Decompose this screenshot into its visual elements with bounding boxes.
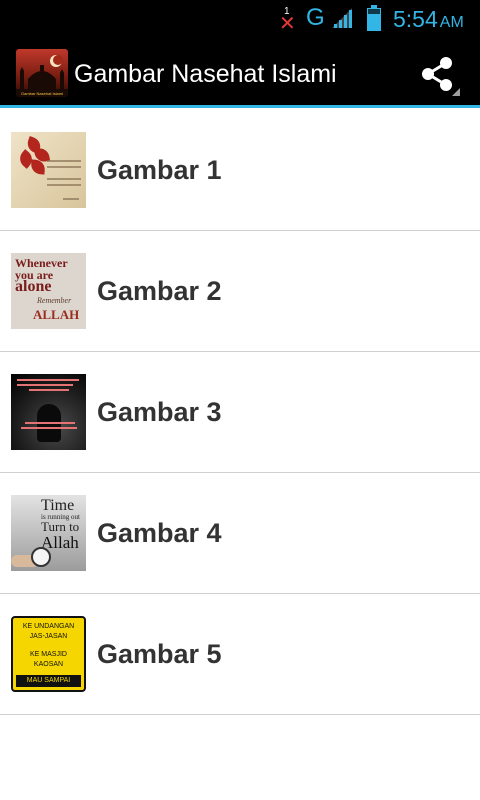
list-item[interactable]: Whenever you are alone Remember ALLAH Ga…: [0, 231, 480, 352]
app-icon-caption: Gambar Nasehat Islami: [21, 91, 63, 96]
list-item[interactable]: KE UNDANGAN JAS-JASAN KE MASJID KAOSAN M…: [0, 594, 480, 715]
list-item[interactable]: Gambar 3: [0, 352, 480, 473]
clock-ampm: AM: [439, 14, 464, 31]
list-item-label: Gambar 4: [97, 518, 222, 548]
thumbnail-image: Whenever you are alone Remember ALLAH: [11, 253, 86, 329]
list-item-label: Gambar 1: [97, 155, 222, 185]
list-item-label: Gambar 2: [97, 276, 222, 306]
list-item[interactable]: Time is running out Turn to Allah Gambar…: [0, 473, 480, 594]
thumbnail-image: [11, 374, 86, 450]
overflow-indicator-icon: [452, 88, 460, 96]
thumbnail-image: [11, 132, 86, 208]
clock-time: 5:54: [393, 6, 438, 32]
signal-icon: [332, 8, 352, 28]
list-item-label: Gambar 3: [97, 397, 222, 427]
app-logo-icon[interactable]: Gambar Nasehat Islami: [16, 49, 68, 97]
network-type: G: [306, 4, 325, 31]
battery-icon: [367, 5, 381, 31]
thumbnail-image: Time is running out Turn to Allah: [11, 495, 86, 571]
clock: 5:54 AM: [393, 5, 464, 37]
thumbnail-image: KE UNDANGAN JAS-JASAN KE MASJID KAOSAN M…: [11, 616, 86, 692]
list-item-label: Gambar 5: [97, 639, 222, 669]
x-icon: 1 ✕: [279, 6, 296, 35]
page-title: Gambar Nasehat Islami: [74, 60, 337, 88]
action-bar: Gambar Nasehat Islami Gambar Nasehat Isl…: [0, 38, 480, 108]
image-list: Gambar 1 Whenever you are alone Remember…: [0, 110, 480, 715]
list-item[interactable]: Gambar 1: [0, 110, 480, 231]
status-bar: 1 ✕ G 5:54 AM: [0, 0, 480, 38]
